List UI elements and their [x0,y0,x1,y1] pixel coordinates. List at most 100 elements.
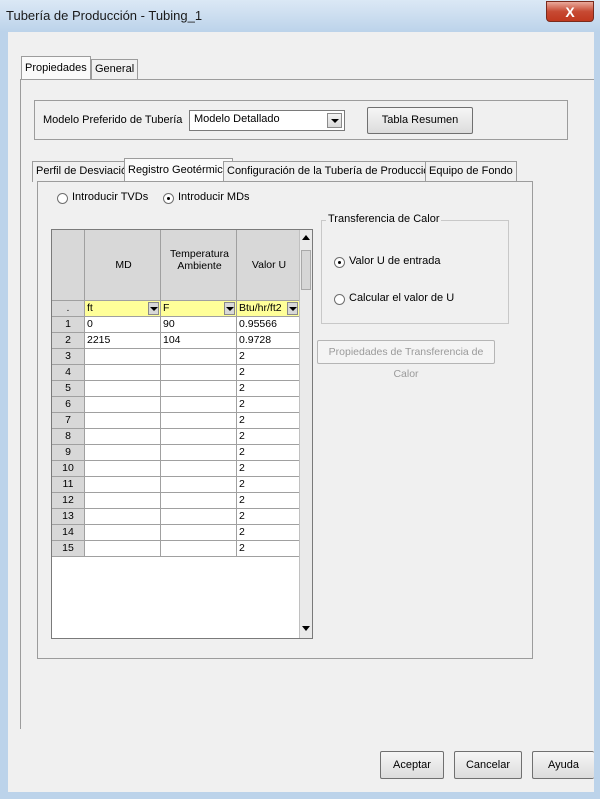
heat-transfer-properties-button[interactable]: Propiedades de Transferencia de Calor [317,340,495,380]
input-u-radio[interactable] [334,257,345,268]
grid-cell-temp[interactable] [161,381,237,397]
grid-cell-u[interactable]: 2 [237,493,300,509]
grid-cell-temp[interactable] [161,397,237,413]
chevron-down-icon[interactable] [287,302,298,315]
cancel-button[interactable]: Cancelar [454,751,522,779]
grid-cell-md[interactable] [85,365,161,381]
row-number[interactable]: 3 [52,349,85,365]
tab-general[interactable]: General [91,59,139,80]
tvd-radio[interactable] [57,193,68,204]
grid-cell-temp[interactable] [161,413,237,429]
chevron-down-icon[interactable] [224,302,235,315]
grid-cell-md[interactable] [85,461,161,477]
row-number[interactable]: 2 [52,333,85,349]
grid-cell-md[interactable] [85,445,161,461]
scroll-up-icon[interactable] [300,231,312,245]
grid-cell-u[interactable]: 2 [237,445,300,461]
calc-u-radio[interactable] [334,294,345,305]
row-number[interactable]: 9 [52,445,85,461]
row-number[interactable]: 13 [52,509,85,525]
grid-cell-temp[interactable] [161,445,237,461]
heat-transfer-group: Transferencia de Calor Valor U de entrad… [321,213,509,324]
grid-cell-temp[interactable] [161,365,237,381]
grid-cell-u[interactable]: 2 [237,365,300,381]
grid-cell-temp[interactable] [161,509,237,525]
grid-cell-u[interactable]: 2 [237,509,300,525]
units-row-marker: . [52,301,85,317]
grid-cell-u[interactable]: 2 [237,541,300,557]
grid-cell-md[interactable] [85,349,161,365]
grid-cell-temp[interactable] [161,477,237,493]
tab-geothermal-log[interactable]: Registro Geotérmico [124,158,233,182]
tab-deviation-profile[interactable]: Perfil de Desviación [32,161,138,182]
help-button[interactable]: Ayuda [532,751,594,779]
grid-cell-temp[interactable] [161,461,237,477]
grid-cell-u[interactable]: 2 [237,397,300,413]
grid-cell-md[interactable]: 0 [85,317,161,333]
grid-cell-temp[interactable] [161,429,237,445]
column-header-md[interactable]: MD [85,230,161,301]
grid-cell-md[interactable] [85,525,161,541]
row-number[interactable]: 6 [52,397,85,413]
row-number[interactable]: 1 [52,317,85,333]
md-unit-select[interactable]: ft [85,301,161,317]
grid-cell-md[interactable] [85,509,161,525]
tab-tubing-configuration[interactable]: Configuración de la Tubería de Producció… [223,161,440,182]
grid-cell-md[interactable] [85,493,161,509]
grid-cell-u[interactable]: 2 [237,413,300,429]
row-number[interactable]: 10 [52,461,85,477]
geothermal-grid[interactable]: MD Temperatura Ambiente Valor U . ft F B… [51,229,313,639]
grid-cell-u[interactable]: 2 [237,525,300,541]
tab-downhole-equipment[interactable]: Equipo de Fondo [425,161,517,182]
grid-cell-u[interactable]: 2 [237,461,300,477]
md-radio[interactable] [163,193,174,204]
grid-cell-md[interactable] [85,429,161,445]
grid-cell-temp[interactable] [161,525,237,541]
heat-transfer-title: Transferencia de Calor [326,213,442,225]
scroll-down-icon[interactable] [300,622,312,636]
row-number[interactable]: 4 [52,365,85,381]
row-number[interactable]: 12 [52,493,85,509]
grid-cell-temp[interactable]: 104 [161,333,237,349]
grid-cell-u[interactable]: 0.95566 [237,317,300,333]
row-number[interactable]: 5 [52,381,85,397]
grid-cell-md[interactable] [85,381,161,397]
grid-cell-u[interactable]: 2 [237,429,300,445]
grid-cell-u[interactable]: 2 [237,381,300,397]
grid-cell-md[interactable] [85,413,161,429]
tab-label: Equipo de Fondo [429,165,513,177]
preferred-model-select[interactable]: Modelo Detallado [189,110,345,131]
accept-button[interactable]: Aceptar [380,751,444,779]
grid-cell-temp[interactable]: 90 [161,317,237,333]
grid-cell-md[interactable] [85,397,161,413]
summary-table-button[interactable]: Tabla Resumen [367,107,473,134]
preferred-model-value: Modelo Detallado [194,113,280,125]
chevron-down-icon[interactable] [148,302,159,315]
temperature-unit-select[interactable]: F [161,301,237,317]
close-button[interactable]: X [546,1,594,22]
grid-cell-temp[interactable] [161,541,237,557]
row-number[interactable]: 15 [52,541,85,557]
scroll-thumb[interactable] [301,250,311,290]
row-number[interactable]: 8 [52,429,85,445]
grid-cell-u[interactable]: 2 [237,349,300,365]
grid-cell-md[interactable]: 2215 [85,333,161,349]
chevron-down-icon[interactable] [327,113,342,128]
title-bar[interactable]: Tubería de Producción - Tubing_1 X [0,0,600,32]
u-value-unit-select[interactable]: Btu/hr/ft2 [237,301,300,317]
grid-cell-temp[interactable] [161,349,237,365]
grid-vertical-scrollbar[interactable] [299,230,312,638]
row-number[interactable]: 11 [52,477,85,493]
row-number[interactable]: 14 [52,525,85,541]
column-header-u-value[interactable]: Valor U [237,230,300,301]
grid-cell-md[interactable] [85,477,161,493]
grid-cell-md[interactable] [85,541,161,557]
grid-cell-temp[interactable] [161,493,237,509]
tab-propiedades[interactable]: Propiedades [21,56,91,80]
summary-table-label: Tabla Resumen [381,114,459,126]
grid-cell-u[interactable]: 0.9728 [237,333,300,349]
grid-cell-u[interactable]: 2 [237,477,300,493]
cancel-label: Cancelar [465,759,511,771]
column-header-temperature[interactable]: Temperatura Ambiente [161,230,237,301]
row-number[interactable]: 7 [52,413,85,429]
